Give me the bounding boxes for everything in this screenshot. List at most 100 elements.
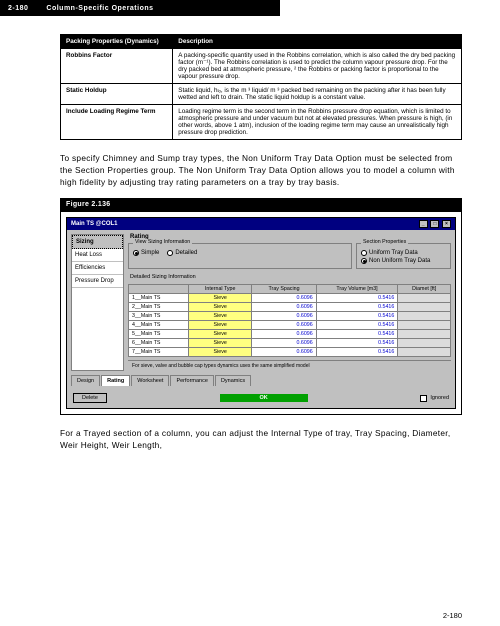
cell-name: 1__Main TS (129, 294, 189, 303)
cell-volume[interactable]: 0.5416 (316, 348, 398, 357)
nav-item-pressure-drop[interactable]: Pressure Drop (72, 275, 123, 288)
header-section-title: Column-Specific Operations (46, 5, 153, 12)
window-controls: _ □ × (418, 220, 451, 228)
detailed-sizing-label: Detailed Sizing Information (130, 274, 451, 280)
delete-button[interactable]: Delete (73, 393, 107, 403)
cell-diameter[interactable] (398, 294, 451, 303)
grid-row[interactable]: 6__Main TSSieve0.60960.5416 (129, 339, 451, 348)
section-properties-group: Section Properties Uniform Tray Data Non… (356, 243, 451, 269)
cell-type[interactable]: Sieve (188, 339, 251, 348)
tab-design[interactable]: Design (71, 375, 100, 386)
radio-dot-icon (361, 250, 367, 256)
checkbox-icon (420, 395, 427, 402)
cell-type[interactable]: Sieve (188, 294, 251, 303)
header-section-number: 2-180 (8, 5, 46, 12)
cell-name: 7__Main TS (129, 348, 189, 357)
cell-name: 5__Main TS (129, 330, 189, 339)
tab-dynamics[interactable]: Dynamics (215, 375, 251, 386)
prop-desc: Static liquid, hₗₒ, is the m ³ liquid/ m… (173, 84, 462, 105)
table-header-name: Packing Properties (Dynamics) (61, 35, 173, 49)
grid-row[interactable]: 2__Main TSSieve0.60960.5416 (129, 303, 451, 312)
body-paragraph-2: For a Trayed section of a column, you ca… (60, 427, 462, 451)
cell-diameter[interactable] (398, 348, 451, 357)
packing-properties-table: Packing Properties (Dynamics) Descriptio… (60, 34, 462, 140)
cell-type[interactable]: Sieve (188, 330, 251, 339)
cell-type[interactable]: Sieve (188, 312, 251, 321)
section-properties-title: Section Properties (361, 239, 408, 245)
maximize-icon[interactable]: □ (430, 220, 439, 228)
tab-performance[interactable]: Performance (170, 375, 214, 386)
grid-header: Internal Type (188, 285, 251, 294)
figure-frame: Main TS @COL1 _ □ × Sizing Heat Loss Eff… (60, 211, 462, 415)
cell-volume[interactable]: 0.5416 (316, 321, 398, 330)
cell-spacing[interactable]: 0.6096 (252, 330, 316, 339)
close-icon[interactable]: × (442, 220, 451, 228)
grid-header (129, 285, 189, 294)
cell-type[interactable]: Sieve (188, 321, 251, 330)
prop-name: Static Holdup (61, 84, 173, 105)
cell-type[interactable]: Sieve (188, 303, 251, 312)
table-row: Include Loading Regime Term Loading regi… (61, 105, 462, 140)
table-header-desc: Description (173, 35, 462, 49)
cell-spacing[interactable]: 0.6096 (252, 312, 316, 321)
cell-volume[interactable]: 0.5416 (316, 303, 398, 312)
cell-spacing[interactable]: 0.6096 (252, 321, 316, 330)
view-sizing-group: View Sizing Information Simple Detailed (128, 243, 352, 269)
prop-desc: A packing-specific quantity used in the … (173, 49, 462, 84)
tab-rating[interactable]: Rating (101, 375, 130, 386)
grid-row[interactable]: 5__Main TSSieve0.60960.5416 (129, 330, 451, 339)
prop-name: Robbins Factor (61, 49, 173, 84)
radio-dot-icon (133, 250, 139, 256)
dialog-window: Main TS @COL1 _ □ × Sizing Heat Loss Eff… (66, 217, 456, 409)
grid-row[interactable]: 1__Main TSSieve0.60960.5416 (129, 294, 451, 303)
tabs-row: Design Rating Worksheet Performance Dyna… (67, 375, 455, 390)
cell-diameter[interactable] (398, 339, 451, 348)
cell-name: 2__Main TS (129, 303, 189, 312)
cell-volume[interactable]: 0.5416 (316, 312, 398, 321)
body-paragraph-1: To specify Chimney and Sump tray types, … (60, 152, 462, 188)
tab-worksheet[interactable]: Worksheet (131, 375, 169, 386)
nav-item-heat-loss[interactable]: Heat Loss (72, 249, 123, 262)
cell-spacing[interactable]: 0.6096 (252, 303, 316, 312)
view-sizing-title: View Sizing Information (133, 239, 192, 245)
table-row: Robbins Factor A packing-specific quanti… (61, 49, 462, 84)
grid-row[interactable]: 4__Main TSSieve0.60960.5416 (129, 321, 451, 330)
cell-name: 4__Main TS (129, 321, 189, 330)
cell-volume[interactable]: 0.5416 (316, 294, 398, 303)
cell-volume[interactable]: 0.5416 (316, 330, 398, 339)
cell-diameter[interactable] (398, 330, 451, 339)
cell-volume[interactable]: 0.5416 (316, 339, 398, 348)
prop-name: Include Loading Regime Term (61, 105, 173, 140)
radio-non-uniform-tray[interactable]: Non Uniform Tray Data (361, 258, 446, 264)
nav-item-efficiencies[interactable]: Efficiencies (72, 262, 123, 275)
cell-spacing[interactable]: 0.6096 (252, 348, 316, 357)
cell-diameter[interactable] (398, 312, 451, 321)
window-title: Main TS @COL1 (71, 221, 118, 227)
cell-spacing[interactable]: 0.6096 (252, 294, 316, 303)
cell-diameter[interactable] (398, 321, 451, 330)
cell-type[interactable]: Sieve (188, 348, 251, 357)
minimize-icon[interactable]: _ (419, 220, 428, 228)
nav-item-sizing[interactable]: Sizing (72, 235, 123, 249)
radio-detailed[interactable]: Detailed (167, 250, 197, 256)
cell-spacing[interactable]: 0.6096 (252, 339, 316, 348)
sizing-grid[interactable]: Internal Type Tray Spacing Tray Volume [… (128, 284, 451, 357)
grid-header: Diamet [ft] (398, 285, 451, 294)
radio-dot-icon (167, 250, 173, 256)
grid-hint: For sieve, valve and bubble cap types dy… (128, 360, 451, 371)
cell-name: 6__Main TS (129, 339, 189, 348)
figure-label: Figure 2.136 (60, 198, 462, 211)
status-badge: OK (220, 394, 308, 402)
cell-diameter[interactable] (398, 303, 451, 312)
grid-row[interactable]: 7__Main TSSieve0.60960.5416 (129, 348, 451, 357)
grid-header: Tray Volume [m3] (316, 285, 398, 294)
cell-name: 3__Main TS (129, 312, 189, 321)
page-number: 2-180 (443, 611, 462, 620)
radio-simple[interactable]: Simple (133, 250, 159, 256)
window-title-bar: Main TS @COL1 _ □ × (67, 218, 455, 230)
table-row: Static Holdup Static liquid, hₗₒ, is the… (61, 84, 462, 105)
grid-row[interactable]: 3__Main TSSieve0.60960.5416 (129, 312, 451, 321)
page-header: 2-180 Column-Specific Operations (0, 0, 280, 16)
radio-uniform-tray[interactable]: Uniform Tray Data (361, 250, 446, 256)
ignored-checkbox[interactable]: Ignored (420, 395, 449, 402)
